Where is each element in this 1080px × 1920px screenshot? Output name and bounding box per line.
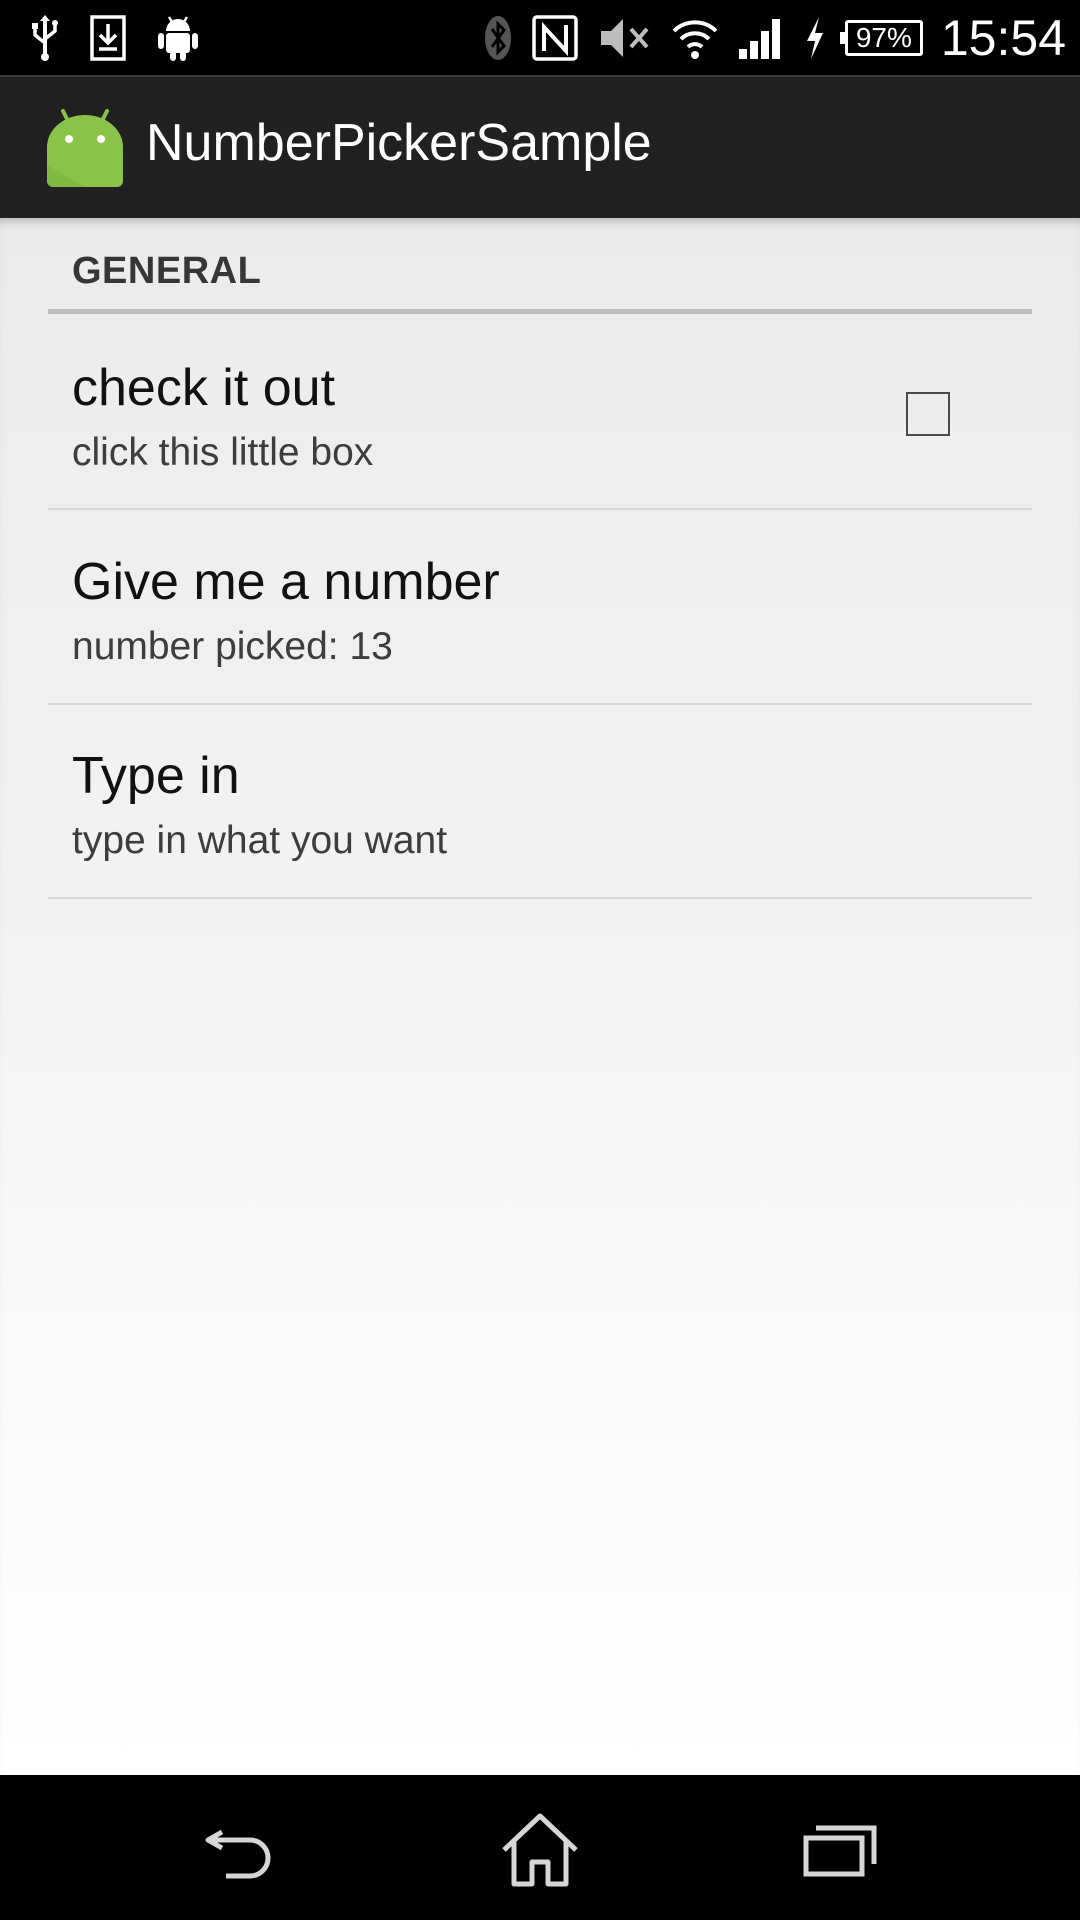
signal-icon — [737, 13, 785, 63]
bluetooth-icon — [483, 13, 513, 63]
list-divider — [48, 897, 1032, 899]
navigation-bar — [0, 1775, 1080, 1920]
pref-title: Type in — [72, 747, 240, 805]
back-icon[interactable] — [192, 1805, 292, 1895]
checkbox[interactable] — [906, 392, 950, 436]
pref-summary: number picked: 13 — [72, 625, 393, 668]
mute-icon — [597, 13, 653, 63]
pref-summary: click this little box — [72, 431, 374, 474]
nfc-icon — [531, 13, 579, 63]
pref-title: check it out — [72, 359, 336, 417]
status-clock: 15:54 — [940, 9, 1066, 66]
status-bar: 97% 15:54 — [0, 0, 1080, 75]
battery-level: 97% — [855, 21, 912, 53]
pref-item-type-in[interactable]: Type in type in what you want — [48, 704, 1032, 898]
wifi-icon — [671, 13, 719, 63]
preferences-screen: GENERAL check it out click this little b… — [0, 218, 1080, 1775]
recents-icon[interactable] — [790, 1805, 890, 1895]
pref-item-check-it-out[interactable]: check it out click this little box — [48, 316, 1032, 510]
status-left — [30, 10, 200, 65]
home-icon[interactable] — [490, 1805, 590, 1895]
pref-summary: type in what you want — [72, 819, 448, 862]
android-debug-icon — [156, 13, 200, 63]
charging-icon — [803, 13, 827, 63]
download-icon — [88, 13, 128, 63]
app-title: NumberPickerSample — [146, 114, 652, 172]
pref-title: Give me a number — [72, 553, 500, 611]
android-logo-icon[interactable] — [45, 107, 125, 189]
status-right: 97% 15:54 — [483, 6, 1066, 69]
action-bar: NumberPickerSample — [0, 75, 1080, 218]
usb-icon — [30, 13, 60, 63]
battery-indicator: 97% — [839, 19, 923, 56]
pref-item-give-me-a-number[interactable]: Give me a number number picked: 13 — [48, 510, 1032, 704]
section-divider — [48, 309, 1032, 314]
section-header-general: GENERAL — [72, 250, 262, 292]
